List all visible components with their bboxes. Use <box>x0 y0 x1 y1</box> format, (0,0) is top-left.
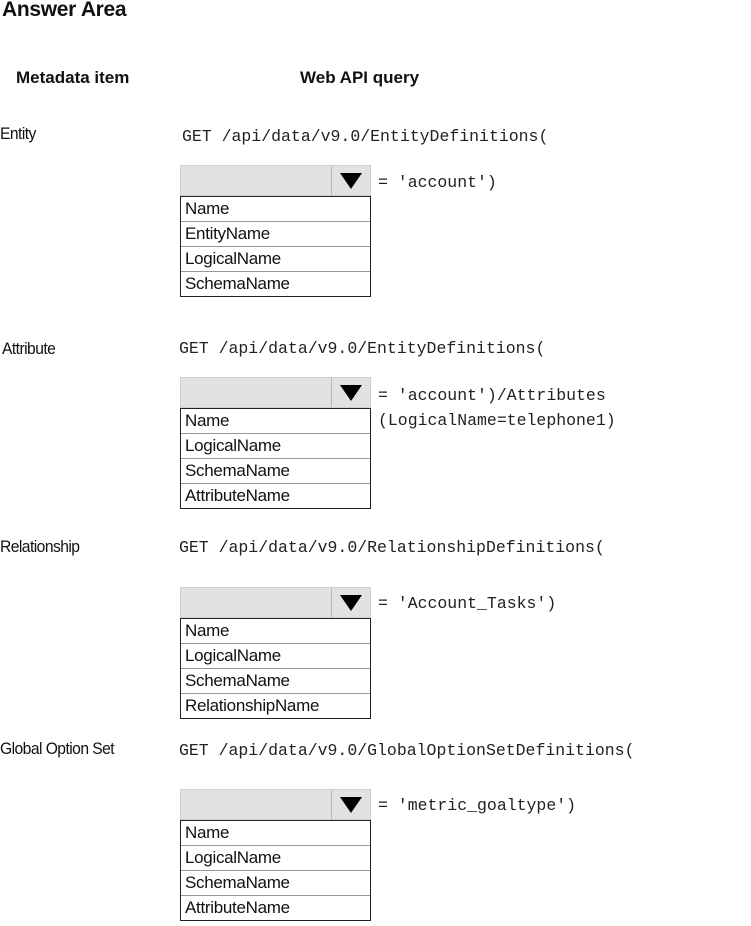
dropdown-option[interactable]: Name <box>181 409 370 434</box>
dropdown-option[interactable]: LogicalName <box>181 846 370 871</box>
dropdown-header[interactable] <box>180 165 371 196</box>
dropdown-option[interactable]: RelationshipName <box>181 694 370 718</box>
dropdown-toggle-button[interactable] <box>331 166 370 195</box>
dropdown-selected-value[interactable] <box>181 166 331 195</box>
triangle-down-icon <box>340 796 362 813</box>
dropdown-option[interactable]: LogicalName <box>181 644 370 669</box>
query-suffix: = 'Account_Tasks') <box>378 594 557 613</box>
dropdown-toggle-button[interactable] <box>331 790 370 819</box>
dropdown-option[interactable]: SchemaName <box>181 669 370 694</box>
dropdown-option[interactable]: SchemaName <box>181 871 370 896</box>
dropdown-attribute[interactable]: Name LogicalName SchemaName AttributeNam… <box>180 377 371 509</box>
dropdown-global-option-set[interactable]: Name LogicalName SchemaName AttributeNam… <box>180 789 371 921</box>
triangle-down-icon <box>340 384 362 401</box>
dropdown-toggle-button[interactable] <box>331 378 370 407</box>
metadata-label: Relationship <box>0 537 80 556</box>
metadata-label: Attribute <box>2 339 56 358</box>
dropdown-relationship[interactable]: Name LogicalName SchemaName Relationship… <box>180 587 371 719</box>
dropdown-option[interactable]: AttributeName <box>181 896 370 920</box>
dropdown-selected-value[interactable] <box>181 790 331 819</box>
query-suffix: = 'account') <box>378 173 497 192</box>
query-suffix-line2: (LogicalName=telephone1) <box>378 411 616 430</box>
metadata-item-header: Metadata item <box>16 68 130 87</box>
query-line: GET /api/data/v9.0/RelationshipDefinitio… <box>179 538 605 557</box>
triangle-down-icon <box>340 172 362 189</box>
metadata-label: Global Option Set <box>0 739 115 758</box>
dropdown-header[interactable] <box>180 377 371 408</box>
dropdown-option[interactable]: LogicalName <box>181 247 370 272</box>
dropdown-options: Name LogicalName SchemaName AttributeNam… <box>180 820 371 921</box>
dropdown-options: Name EntityName LogicalName SchemaName <box>180 196 371 297</box>
dropdown-header[interactable] <box>180 789 371 820</box>
dropdown-option[interactable]: Name <box>181 197 370 222</box>
triangle-down-icon <box>340 594 362 611</box>
query-line: GET /api/data/v9.0/EntityDefinitions( <box>179 339 546 358</box>
dropdown-option[interactable]: SchemaName <box>181 459 370 484</box>
query-line: GET /api/data/v9.0/EntityDefinitions( <box>182 127 549 146</box>
query-suffix: = 'metric_goaltype') <box>378 796 577 815</box>
query-suffix: = 'account')/Attributes <box>378 386 606 405</box>
dropdown-option[interactable]: Name <box>181 619 370 644</box>
metadata-label: Entity <box>0 124 36 143</box>
query-line: GET /api/data/v9.0/GlobalOptionSetDefini… <box>179 741 635 760</box>
dropdown-toggle-button[interactable] <box>331 588 370 617</box>
answer-area-title: Answer Area <box>2 0 127 21</box>
dropdown-option[interactable]: LogicalName <box>181 434 370 459</box>
dropdown-option[interactable]: AttributeName <box>181 484 370 508</box>
dropdown-option[interactable]: Name <box>181 821 370 846</box>
dropdown-selected-value[interactable] <box>181 378 331 407</box>
dropdown-options: Name LogicalName SchemaName Relationship… <box>180 618 371 719</box>
web-api-query-header: Web API query <box>300 68 420 87</box>
dropdown-entity[interactable]: Name EntityName LogicalName SchemaName <box>180 165 371 297</box>
dropdown-option[interactable]: EntityName <box>181 222 370 247</box>
dropdown-option[interactable]: SchemaName <box>181 272 370 296</box>
dropdown-selected-value[interactable] <box>181 588 331 617</box>
dropdown-header[interactable] <box>180 587 371 618</box>
dropdown-options: Name LogicalName SchemaName AttributeNam… <box>180 408 371 509</box>
